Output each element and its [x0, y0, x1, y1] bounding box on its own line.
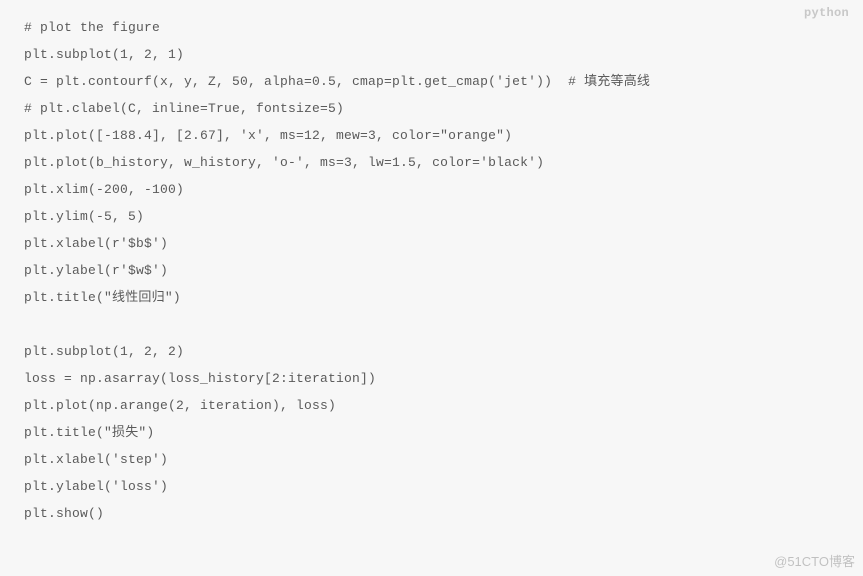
language-label: python [804, 6, 849, 20]
code-content: # plot the figureplt.subplot(1, 2, 1)C =… [0, 8, 863, 533]
code-line: plt.subplot(1, 2, 2) [24, 338, 839, 365]
watermark-text: @51CTO博客 [774, 551, 855, 570]
code-line: plt.xlabel('step') [24, 446, 839, 473]
code-line: plt.title("线性回归") [24, 284, 839, 311]
code-line: # plt.clabel(C, inline=True, fontsize=5) [24, 95, 839, 122]
code-line: plt.subplot(1, 2, 1) [24, 41, 839, 68]
code-line: plt.ylabel('loss') [24, 473, 839, 500]
code-line: plt.plot(b_history, w_history, 'o-', ms=… [24, 149, 839, 176]
code-line: plt.xlim(-200, -100) [24, 176, 839, 203]
code-line: loss = np.asarray(loss_history[2:iterati… [24, 365, 839, 392]
code-line [24, 311, 839, 338]
code-line: plt.ylabel(r'$w$') [24, 257, 839, 284]
code-line: plt.show() [24, 500, 839, 527]
code-line: plt.ylim(-5, 5) [24, 203, 839, 230]
code-line: plt.xlabel(r'$b$') [24, 230, 839, 257]
code-line: # plot the figure [24, 14, 839, 41]
code-line: plt.plot(np.arange(2, iteration), loss) [24, 392, 839, 419]
code-line: C = plt.contourf(x, y, Z, 50, alpha=0.5,… [24, 68, 839, 95]
code-line: plt.plot([-188.4], [2.67], 'x', ms=12, m… [24, 122, 839, 149]
code-block: python # plot the figureplt.subplot(1, 2… [0, 0, 863, 576]
code-line: plt.title("损失") [24, 419, 839, 446]
